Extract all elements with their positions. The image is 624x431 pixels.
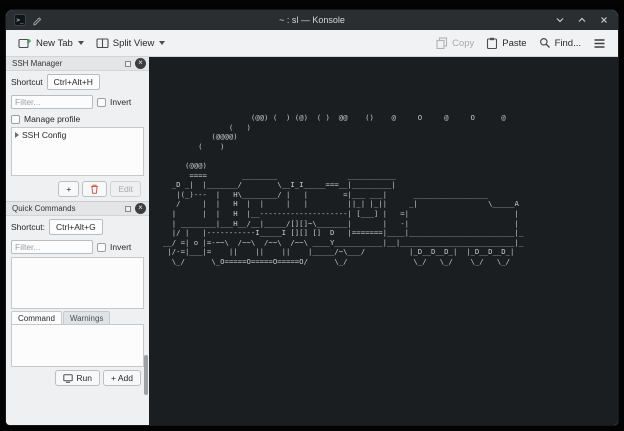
invert-label: Invert: [110, 97, 131, 107]
ssh-shortcut-button[interactable]: Ctrl+Alt+H: [47, 74, 100, 90]
ssh-manager-header[interactable]: SSH Manager ×: [6, 57, 149, 71]
paste-label: Paste: [502, 38, 526, 49]
manage-profile-label: Manage profile: [24, 114, 80, 124]
float-panel-icon[interactable]: [125, 61, 131, 67]
hamburger-menu-button[interactable]: [588, 35, 611, 52]
plugin-sidebar: SSH Manager × Shortcut Ctrl+Alt+H Invert: [6, 57, 149, 425]
tree-item[interactable]: SSH Config: [15, 130, 140, 140]
delete-ssh-entry-button[interactable]: [82, 181, 107, 197]
ssh-manager-title: SSH Manager: [12, 59, 62, 68]
terminal-area[interactable]: (@@) ( ) (@) ( ) @@ () @ O @ O @ ( ) (@@…: [149, 57, 618, 425]
tab-command[interactable]: Command: [11, 311, 62, 324]
quick-commands-list[interactable]: [11, 257, 144, 309]
quick-commands-header[interactable]: Quick Commands ×: [6, 202, 149, 216]
qc-filter-input[interactable]: [11, 240, 93, 254]
shortcut-label: Shortcut: [11, 77, 43, 87]
command-editor[interactable]: [11, 324, 144, 367]
new-tab-button[interactable]: New Tab: [13, 34, 89, 52]
konsole-window: >_ ~ : sl — Konsole New Tab Split View: [6, 10, 618, 425]
run-label: Run: [76, 373, 92, 383]
invert-checkbox[interactable]: [97, 98, 106, 107]
splitter-handle[interactable]: [144, 355, 148, 395]
close-panel-icon[interactable]: ×: [135, 58, 146, 69]
rename-session-icon[interactable]: [32, 15, 43, 26]
maximize-button[interactable]: [576, 14, 588, 26]
float-panel-icon[interactable]: [125, 206, 131, 212]
tree-item-label: SSH Config: [22, 130, 66, 140]
invert-checkbox[interactable]: [97, 243, 106, 252]
quick-commands-panel: Quick Commands × Shortcut: Ctrl+Alt+G In…: [6, 202, 149, 425]
add-ssh-entry-button[interactable]: +: [58, 181, 79, 197]
toolbar: New Tab Split View Copy Paste Find...: [6, 30, 618, 57]
ssh-config-tree[interactable]: SSH Config: [11, 127, 144, 176]
ssh-manager-panel: SSH Manager × Shortcut Ctrl+Alt+H Invert: [6, 57, 149, 202]
add-command-button[interactable]: + Add: [103, 370, 141, 386]
new-tab-label: New Tab: [36, 38, 73, 49]
minimize-button[interactable]: [554, 14, 566, 26]
qc-tabs: Command Warnings: [6, 311, 149, 324]
shortcut-label: Shortcut:: [11, 222, 45, 232]
qc-shortcut-button[interactable]: Ctrl+Alt+G: [49, 219, 103, 235]
copy-label: Copy: [452, 38, 474, 49]
close-panel-icon[interactable]: ×: [135, 203, 146, 214]
manage-profile-checkbox[interactable]: [11, 115, 20, 124]
find-button[interactable]: Find...: [534, 34, 586, 52]
copy-button[interactable]: Copy: [431, 34, 479, 52]
run-command-button[interactable]: Run: [55, 370, 100, 386]
titlebar[interactable]: >_ ~ : sl — Konsole: [6, 10, 618, 30]
konsole-app-icon: >_: [14, 14, 26, 26]
chevron-right-icon[interactable]: [15, 132, 19, 138]
tab-warnings[interactable]: Warnings: [63, 311, 111, 324]
split-view-button[interactable]: Split View: [91, 34, 171, 52]
find-label: Find...: [555, 38, 581, 49]
window-title: ~ : sl — Konsole: [6, 15, 618, 25]
split-view-label: Split View: [113, 38, 155, 49]
chevron-down-icon: [159, 41, 165, 45]
edit-ssh-entry-button[interactable]: Edit: [110, 181, 141, 197]
quick-commands-title: Quick Commands: [12, 204, 76, 213]
sl-train-ascii-art: (@@) ( ) (@) ( ) @@ () @ O @ O @ ( ) (@@…: [163, 113, 523, 267]
close-button[interactable]: [598, 14, 610, 26]
chevron-down-icon: [78, 41, 84, 45]
paste-button[interactable]: Paste: [481, 34, 531, 52]
ssh-filter-input[interactable]: [11, 95, 93, 109]
invert-label: Invert: [110, 242, 131, 252]
